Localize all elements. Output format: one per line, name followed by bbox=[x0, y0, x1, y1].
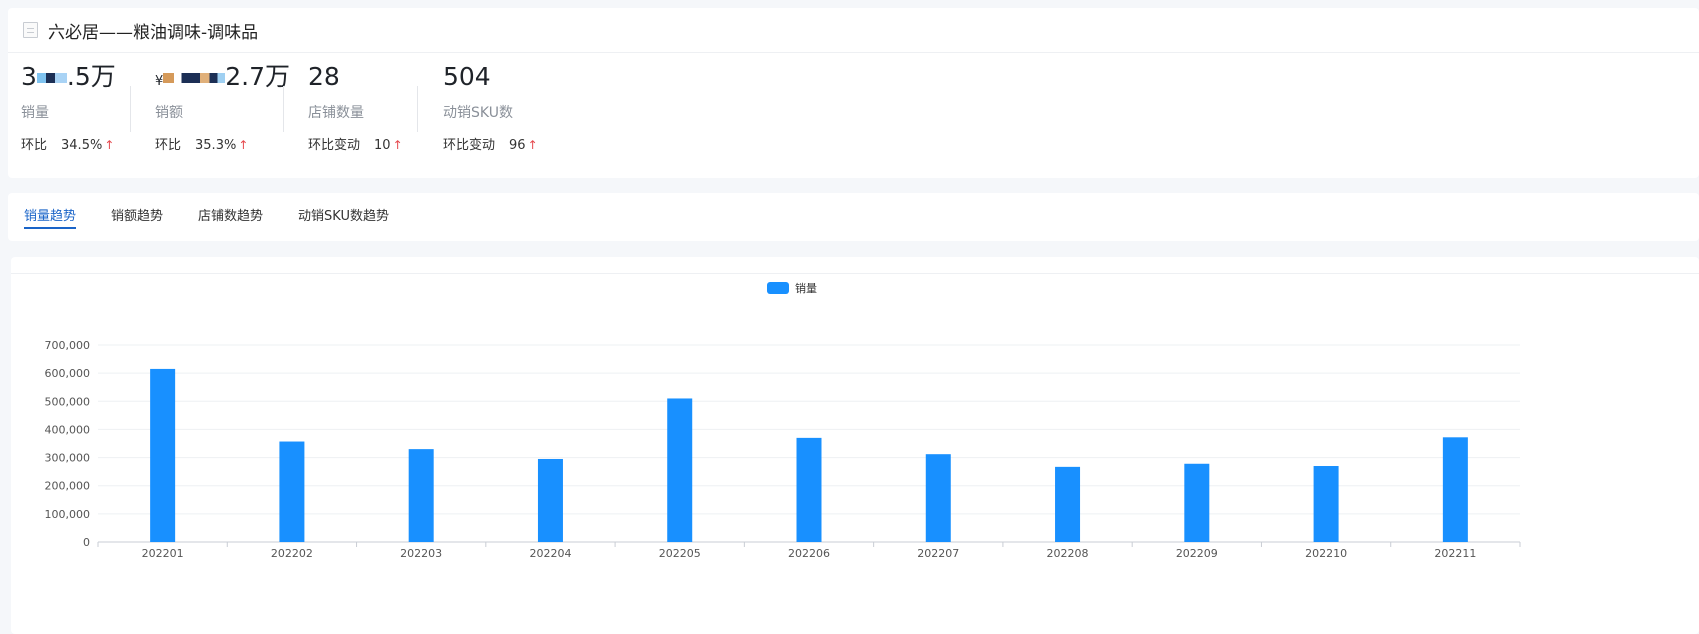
x-tick-label: 202210 bbox=[1305, 547, 1347, 560]
bar[interactable] bbox=[796, 437, 822, 542]
metric-label: 店铺数量 bbox=[308, 105, 364, 121]
chart-card: 销量 0 100,000 200,000 300,000 400,000 500,000 6… bbox=[11, 257, 1699, 634]
divider bbox=[130, 86, 131, 132]
tab-sales-amount-trend[interactable]: 销额趋势 bbox=[111, 193, 163, 241]
page-title: 六必居——粮油调味-调味品 bbox=[48, 22, 259, 43]
y-tick-label: 500,000 bbox=[45, 395, 91, 408]
tab-store-count-trend[interactable]: 店铺数趋势 bbox=[198, 193, 263, 241]
bar[interactable] bbox=[537, 458, 563, 542]
metric-change: 环比变动 96 ↑ bbox=[443, 138, 538, 153]
metric-value: 504 bbox=[443, 62, 491, 91]
bar[interactable] bbox=[279, 441, 305, 542]
summary-card: 六必居——粮油调味-调味品 3.5万 销量 环比 34.5% ↑ ¥2.7万 销额 … bbox=[8, 8, 1699, 178]
metric-label: 销额 bbox=[155, 105, 183, 121]
x-tick-label: 202206 bbox=[788, 547, 830, 560]
bar[interactable] bbox=[667, 398, 693, 542]
bar[interactable] bbox=[408, 449, 434, 542]
up-arrow-icon: ↑ bbox=[238, 138, 249, 152]
x-tick-label: 202202 bbox=[271, 547, 313, 560]
y-tick-label: 300,000 bbox=[45, 452, 91, 465]
metric-value: 3.5万 bbox=[21, 62, 116, 91]
x-tick-label: 202208 bbox=[1047, 547, 1089, 560]
x-tick-label: 202207 bbox=[917, 547, 959, 560]
bar-chart: 0 100,000 200,000 300,000 400,000 500,000 600,… bbox=[45, 339, 1521, 560]
metric-sales-volume: 3.5万 销量 环比 34.5% ↑ bbox=[21, 60, 116, 153]
metric-value: 28 bbox=[308, 62, 340, 91]
y-tick-label: 400,000 bbox=[45, 423, 91, 436]
divider bbox=[417, 86, 418, 132]
x-tick-label: 202205 bbox=[659, 547, 701, 560]
y-tick-label: 700,000 bbox=[45, 339, 91, 352]
metric-value: ¥2.7万 bbox=[155, 62, 291, 91]
document-icon bbox=[23, 22, 38, 38]
x-tick-label: 202203 bbox=[400, 547, 442, 560]
y-tick-label: 600,000 bbox=[45, 367, 91, 380]
x-tick-label: 202204 bbox=[529, 547, 571, 560]
bar[interactable] bbox=[925, 454, 951, 542]
masked-digits bbox=[163, 73, 226, 83]
x-tick-label: 202201 bbox=[142, 547, 184, 560]
up-arrow-icon: ↑ bbox=[104, 138, 115, 152]
y-tick-label: 200,000 bbox=[45, 480, 91, 493]
tab-sales-volume-trend[interactable]: 销量趋势 bbox=[24, 193, 77, 241]
metric-sales-amount: ¥2.7万 销额 环比 35.3% ↑ bbox=[155, 60, 290, 153]
bar[interactable] bbox=[1313, 466, 1339, 542]
trend-tabs-card: 销量趋势 销额趋势 店铺数趋势 动销SKU数趋势 bbox=[8, 193, 1699, 241]
metric-sku-count: 504 动销SKU数 环比变动 96 ↑ bbox=[443, 60, 538, 153]
up-arrow-icon: ↑ bbox=[392, 138, 403, 152]
y-tick-label: 0 bbox=[83, 536, 90, 549]
bar[interactable] bbox=[1184, 463, 1210, 542]
metric-store-count: 28 店铺数量 环比变动 10 ↑ bbox=[308, 60, 403, 153]
trend-tabs: 销量趋势 销额趋势 店铺数趋势 动销SKU数趋势 bbox=[24, 193, 424, 241]
x-tick-label: 202209 bbox=[1176, 547, 1218, 560]
divider bbox=[283, 86, 284, 132]
bar[interactable] bbox=[1442, 437, 1468, 542]
masked-digits bbox=[36, 73, 67, 83]
title-row: 六必居——粮油调味-调味品 bbox=[8, 8, 1699, 53]
bar[interactable] bbox=[1055, 466, 1081, 542]
tab-sku-count-trend[interactable]: 动销SKU数趋势 bbox=[298, 193, 389, 241]
x-tick-label: 202211 bbox=[1434, 547, 1476, 560]
up-arrow-icon: ↑ bbox=[527, 138, 538, 152]
metric-change: 环比 35.3% ↑ bbox=[155, 138, 249, 153]
metric-label: 销量 bbox=[21, 105, 49, 121]
metric-label: 动销SKU数 bbox=[443, 105, 513, 121]
metric-change: 环比 34.5% ↑ bbox=[21, 138, 115, 153]
y-tick-label: 100,000 bbox=[45, 508, 91, 521]
bar[interactable] bbox=[150, 368, 176, 542]
metric-change: 环比变动 10 ↑ bbox=[308, 138, 403, 153]
